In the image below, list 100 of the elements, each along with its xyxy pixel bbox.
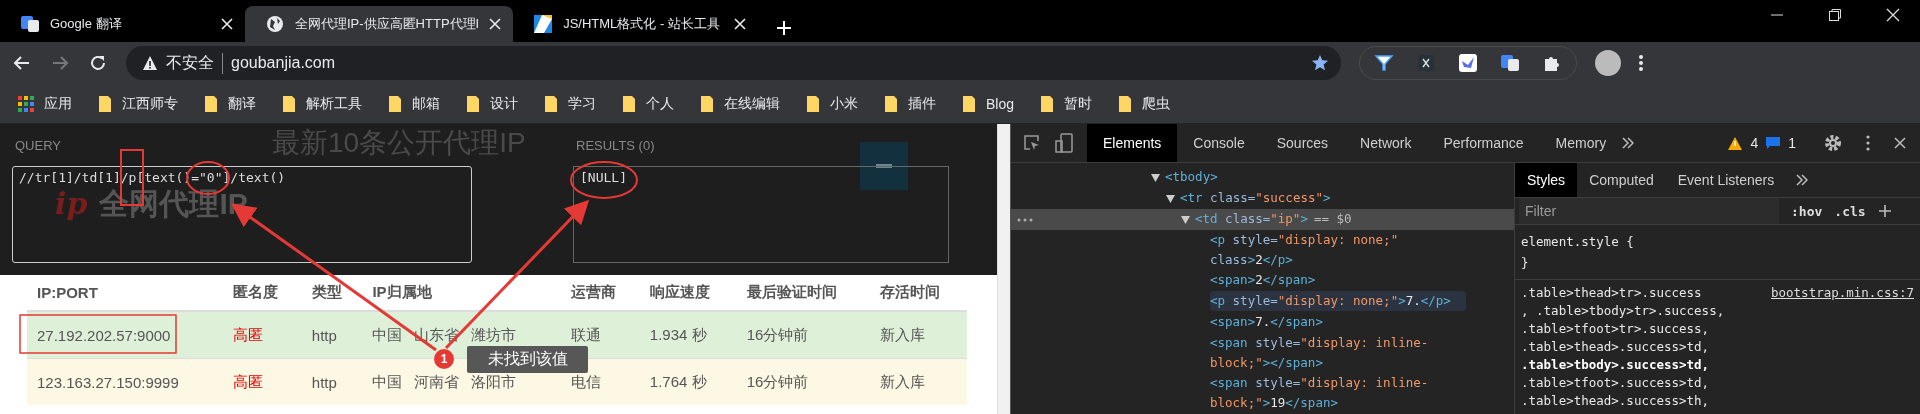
funnel-icon[interactable] xyxy=(1374,53,1394,73)
dom-node[interactable]: <span style="display: inline-block;"></span> xyxy=(1210,333,1466,373)
dom-node[interactable]: <span>7.</span> xyxy=(1210,312,1466,332)
devtools-tab[interactable]: Network xyxy=(1344,124,1428,162)
folder-icon xyxy=(388,94,402,113)
table-cell: 新入库 xyxy=(870,311,967,359)
folder-icon xyxy=(1040,94,1055,113)
css-selector: .table>tfoot>tr>.success, xyxy=(1521,321,1710,336)
table-cell: 123.163.27.150:9999 xyxy=(27,358,224,405)
expand-arrow-icon[interactable] xyxy=(1166,194,1175,203)
css-selector: .table>thead>.success>td, xyxy=(1521,339,1710,354)
reload-icon[interactable] xyxy=(88,53,108,73)
table-cell: http xyxy=(301,311,363,359)
expand-arrow-icon[interactable] xyxy=(1181,215,1190,224)
dom-node[interactable]: <tr class="success"> xyxy=(1180,188,1466,208)
close-icon[interactable] xyxy=(1886,8,1900,22)
bookmark[interactable]: 爬虫 xyxy=(1118,94,1171,113)
browser-tab[interactable]: 全网代理IP-供应高匿HTTP代理I xyxy=(245,6,514,42)
address-bar[interactable]: 不安全 goubanjia.com xyxy=(126,46,1341,80)
folder-icon xyxy=(806,94,820,113)
settings-icon[interactable] xyxy=(1824,134,1842,152)
styles-tab[interactable]: Event Listeners xyxy=(1665,163,1787,197)
logo-mark: ip xyxy=(55,186,88,221)
table-cell: 高匿 xyxy=(223,311,302,359)
more-options-icon[interactable] xyxy=(1866,135,1870,151)
bookmark[interactable]: Blog xyxy=(962,94,1015,113)
dom-node[interactable]: <p style="display: none;" class>2</p> xyxy=(1210,230,1466,270)
devtools-tab[interactable]: Sources xyxy=(1260,124,1345,162)
devtools-tab[interactable]: Elements xyxy=(1087,124,1178,162)
css-selector: .table>thead>.success>th, xyxy=(1521,393,1710,408)
folder-icon xyxy=(204,94,218,113)
close-icon[interactable] xyxy=(1894,137,1906,149)
bookmark[interactable]: 插件 xyxy=(884,94,936,113)
folder-icon xyxy=(1118,94,1133,113)
styles-tab[interactable]: Styles xyxy=(1515,163,1578,197)
more-dots-icon[interactable] xyxy=(1017,218,1033,222)
filter-field[interactable]: Filter xyxy=(1519,198,1779,224)
bird-icon[interactable] xyxy=(1458,53,1478,73)
dom-node[interactable]: <tbody> xyxy=(1165,167,1466,187)
scrollbar[interactable] xyxy=(997,124,1010,414)
styles-tab[interactable]: Computed xyxy=(1577,163,1666,197)
location-text: 中国 xyxy=(372,325,403,345)
globe-icon xyxy=(265,14,285,34)
translate-icon[interactable] xyxy=(1500,53,1520,73)
class-toggle[interactable]: .cls xyxy=(1834,203,1866,219)
bookmark[interactable]: 设计 xyxy=(466,94,518,113)
x-mark-icon[interactable] xyxy=(1416,53,1436,73)
folder-icon xyxy=(700,94,714,113)
add-rule-icon[interactable] xyxy=(1877,204,1892,218)
avatar[interactable] xyxy=(1595,50,1621,76)
expand-arrow-icon[interactable] xyxy=(1151,173,1160,182)
style-rule-line: } xyxy=(1521,254,1530,272)
folder-icon xyxy=(962,94,976,113)
folder-icon xyxy=(544,94,558,113)
bookmark[interactable]: 翻译 xyxy=(204,94,256,113)
warning-icon xyxy=(1728,136,1743,150)
bookmark[interactable]: 在线编辑 xyxy=(700,94,780,113)
dom-node[interactable]: <p style="display: none;">7.</p> xyxy=(1210,291,1466,311)
dom-node[interactable]: <span>2</span> xyxy=(1210,270,1466,290)
bookmark[interactable]: 解析工具 xyxy=(282,94,362,113)
bookmark[interactable]: 应用 xyxy=(18,94,72,113)
device-icon[interactable] xyxy=(1055,133,1073,153)
dom-node[interactable]: <span style="display: inline-block;">19</span> xyxy=(1210,373,1466,413)
bookmark[interactable]: 邮箱 xyxy=(388,94,440,113)
location-text: 河南省 xyxy=(414,372,460,392)
css-selector: .table>thead>tr>.success xyxy=(1521,284,1702,302)
new-tab-icon[interactable] xyxy=(776,20,793,36)
security-label[interactable]: 不安全 xyxy=(166,52,223,74)
browser-tab[interactable]: JS/HTML格式化 - 站长工具 xyxy=(513,6,759,42)
query-label: QUERY xyxy=(15,138,61,153)
bookmark[interactable]: 暂时 xyxy=(1040,94,1093,113)
table-cell: 16分钟前 xyxy=(736,311,870,359)
url-text: goubanjia.com xyxy=(231,54,336,72)
browser-tab[interactable]: Google 翻译 xyxy=(0,6,245,42)
devtools-tab[interactable]: Memory xyxy=(1539,124,1623,162)
table-cell: http xyxy=(301,358,363,405)
folder-icon xyxy=(466,94,480,113)
warning-icon xyxy=(142,55,158,71)
table-cell: 1.764 秒 xyxy=(639,358,737,405)
inspect-icon[interactable] xyxy=(1023,134,1041,152)
more-tabs-icon[interactable] xyxy=(1622,137,1635,149)
hover-toggle[interactable]: :hov xyxy=(1791,203,1823,219)
restore-icon[interactable] xyxy=(1828,8,1842,22)
devtools-tab[interactable]: Console xyxy=(1177,124,1261,162)
tool-logo-icon xyxy=(533,14,554,34)
location-text: 潍坊市 xyxy=(471,325,517,345)
bookmark[interactable]: 学习 xyxy=(544,94,596,113)
more-tabs-icon[interactable] xyxy=(1796,174,1809,186)
highlight-circle xyxy=(570,161,638,199)
bookmark[interactable]: 江西师专 xyxy=(98,94,178,113)
bookmark[interactable]: 小米 xyxy=(806,94,858,113)
devtools-tab[interactable]: Performance xyxy=(1427,124,1540,162)
css-selector: .table>tfoot>.success>td, xyxy=(1521,375,1710,390)
star-icon[interactable] xyxy=(1311,54,1329,72)
message-count[interactable]: 1 xyxy=(1788,135,1796,151)
bookmark[interactable]: 个人 xyxy=(622,94,674,113)
source-link[interactable]: bootstrap.min.css:7 xyxy=(1771,284,1914,302)
menu-icon[interactable] xyxy=(1639,54,1643,72)
warning-count[interactable]: 4 xyxy=(1750,135,1759,151)
css-selector: , .table>tbody>tr>.success, xyxy=(1521,303,1725,318)
